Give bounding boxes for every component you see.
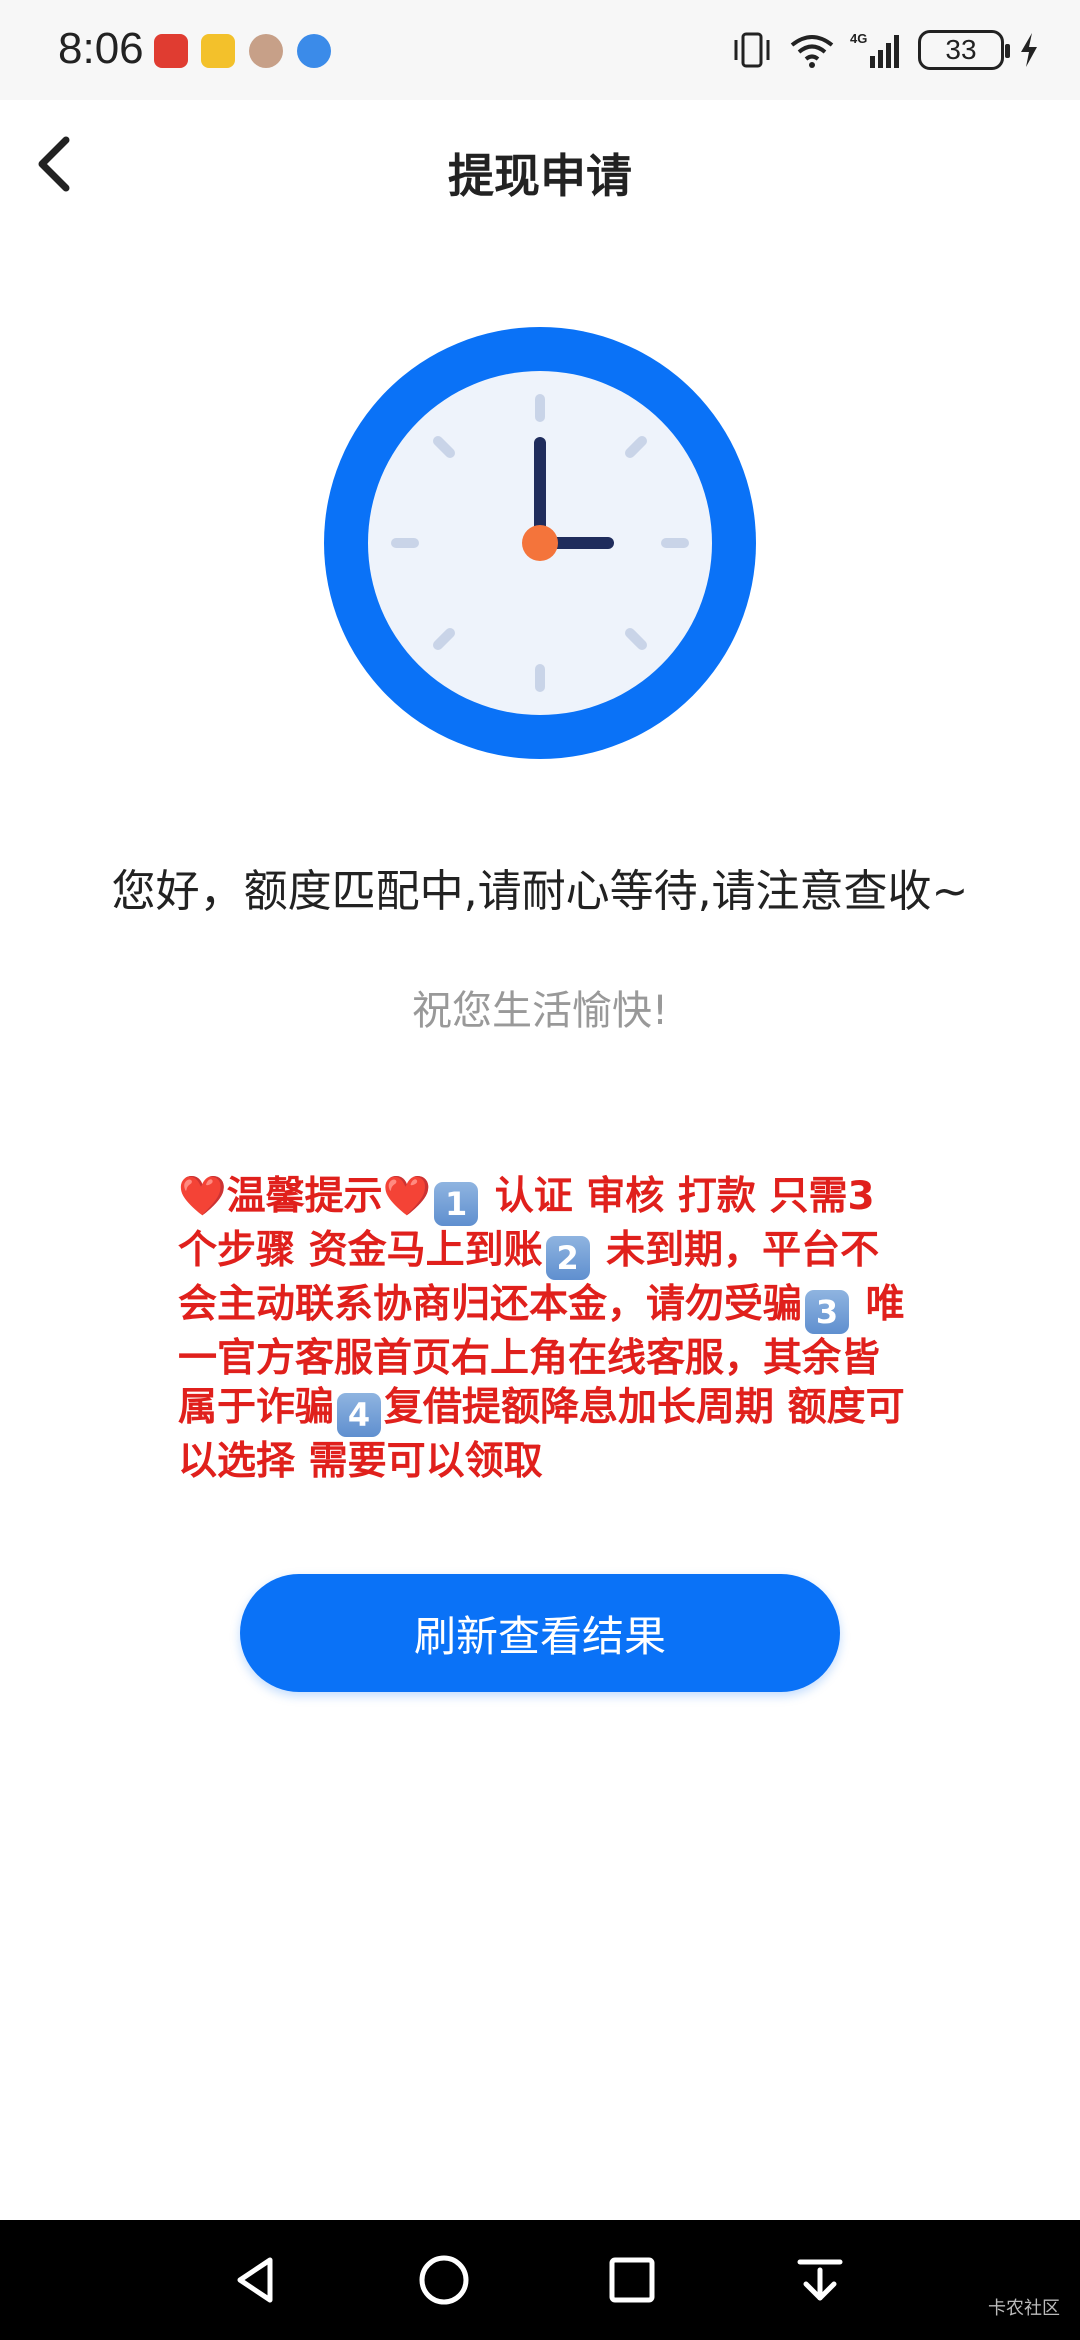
- avatar-app-icon: [249, 34, 283, 68]
- browser-app-icon: [297, 34, 331, 68]
- nav-home-button[interactable]: [406, 2242, 482, 2318]
- nav-back-button[interactable]: [218, 2242, 294, 2318]
- number-3-icon: 3: [805, 1290, 850, 1334]
- pull-down-icon: [797, 2259, 843, 2301]
- clock-icon: [324, 327, 756, 759]
- back-triangle-icon: [237, 2257, 273, 2303]
- status-icons: 4G 33: [730, 28, 1040, 72]
- nav-pulldown-button[interactable]: [782, 2242, 858, 2318]
- wish-message: 祝您生活愉快!: [411, 988, 669, 1034]
- home-circle-icon: [419, 2255, 469, 2305]
- wifi-icon: [790, 35, 834, 68]
- heart-icon: ❤️: [382, 1174, 432, 1219]
- number-4-icon: 4: [337, 1393, 382, 1437]
- header: 提现申请: [0, 100, 1080, 235]
- huawei-app-icon: [154, 34, 188, 68]
- watermark: 卡农社区: [988, 2298, 1060, 2319]
- number-1-icon: 1: [434, 1182, 479, 1226]
- page-title: 提现申请: [448, 149, 632, 203]
- status-bar: 8:06 4G 33: [0, 0, 1080, 100]
- notice-title: 温馨提示: [226, 1174, 383, 1219]
- battery-indicator: 33: [918, 30, 1010, 70]
- number-2-icon: 2: [545, 1236, 590, 1280]
- refresh-result-button[interactable]: 刷新查看结果: [240, 1574, 840, 1692]
- waiting-message: 您好，额度匹配中,请耐心等待,请注意查收~: [111, 866, 969, 917]
- app-icon: [201, 34, 235, 68]
- heart-icon: ❤️: [178, 1174, 227, 1219]
- status-time: 8:06: [58, 24, 144, 73]
- 4g-signal-icon: 4G: [850, 31, 899, 68]
- svg-text:4G: 4G: [850, 31, 867, 46]
- nav-recents-button[interactable]: [594, 2242, 670, 2318]
- charging-icon: [1021, 33, 1037, 67]
- recents-square-icon: [609, 2257, 655, 2303]
- notice-text: ❤️温馨提示❤️ 1 认证 审核 打款 只需3个步骤 资金马上到账 2 未到期，平台…: [178, 1172, 908, 1486]
- navigation-bar: [0, 2220, 1080, 2340]
- vibrate-icon: [734, 32, 770, 68]
